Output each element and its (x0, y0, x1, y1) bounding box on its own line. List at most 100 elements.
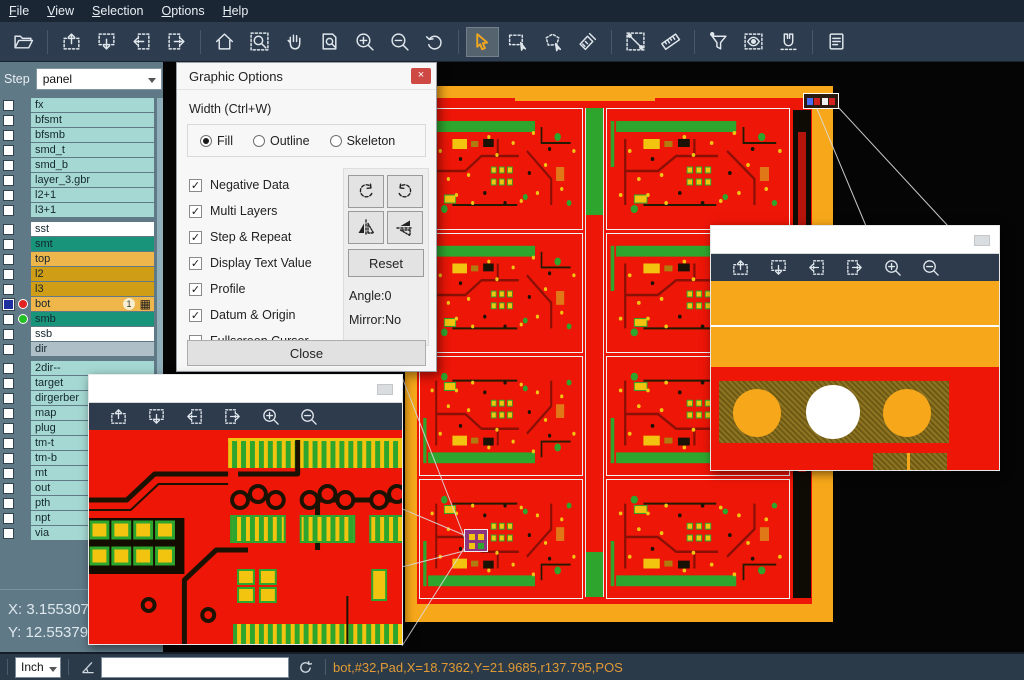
layer-name-l2[interactable]: l2 (31, 267, 154, 281)
layer-name-l2+1[interactable]: l2+1 (31, 188, 154, 202)
zoom-view-traces[interactable] (89, 430, 402, 644)
layer-checkbox-smd_b[interactable] (3, 160, 14, 171)
zoomwin-tool-zoom-out[interactable] (293, 405, 323, 429)
layer-name-bfsmt[interactable]: bfsmt (31, 113, 154, 127)
layer-checkbox-bfsmt[interactable] (3, 115, 14, 126)
zoom-window-titlebar[interactable] (711, 226, 999, 254)
command-input[interactable] (101, 657, 289, 678)
layer-checkbox-tm-t[interactable] (3, 438, 14, 449)
window-button-icon[interactable] (974, 235, 990, 246)
layer-name-bot[interactable]: bot1▦ (31, 297, 154, 311)
layer-name-2dir--[interactable]: 2dir-- (31, 361, 154, 375)
tool-pan-left[interactable] (125, 27, 158, 57)
tool-highlight-view[interactable] (737, 27, 770, 57)
mirror-h-button[interactable] (348, 211, 384, 244)
tool-select-polygon[interactable] (536, 27, 569, 57)
mirror-v-button[interactable] (387, 211, 423, 244)
tool-open-file[interactable] (7, 27, 40, 57)
layer-checkbox-l2[interactable] (3, 269, 14, 280)
layer-name-l3[interactable]: l3 (31, 282, 154, 296)
zoomwin-tool-pan-left[interactable] (179, 405, 209, 429)
zoomwin-tool-pan-down[interactable] (763, 256, 793, 280)
zoomwin-tool-pan-up[interactable] (725, 256, 755, 280)
checkbox-multi-layers[interactable]: ✓Multi Layers (189, 198, 312, 224)
menu-item-options[interactable]: Options (152, 1, 213, 21)
layer-checkbox-npt[interactable] (3, 513, 14, 524)
reset-button[interactable]: Reset (348, 249, 424, 277)
layer-checkbox-smd_t[interactable] (3, 145, 14, 156)
zoomwin-tool-pan-down[interactable] (141, 405, 171, 429)
layer-checkbox-ssb[interactable] (3, 329, 14, 340)
menu-item-view[interactable]: View (38, 1, 83, 21)
layer-name-top[interactable]: top (31, 252, 154, 266)
zoomwin-tool-pan-right[interactable] (839, 256, 869, 280)
units-dropdown[interactable]: Inch (15, 657, 61, 678)
tool-snap-magnet[interactable] (772, 27, 805, 57)
tool-zoom-previous[interactable] (418, 27, 451, 57)
angle-measure-icon[interactable] (80, 659, 97, 676)
checkbox-step-repeat[interactable]: ✓Step & Repeat (189, 224, 312, 250)
layer-checkbox-2dir--[interactable] (3, 363, 14, 374)
checkbox-profile[interactable]: ✓Profile (189, 276, 312, 302)
layer-checkbox-sst[interactable] (3, 224, 14, 235)
layer-checkbox-fx[interactable] (3, 100, 14, 111)
layer-checkbox-bot[interactable] (3, 299, 14, 310)
layer-name-smb[interactable]: smb (31, 312, 154, 326)
tool-zoom-window[interactable] (243, 27, 276, 57)
layer-checkbox-pth[interactable] (3, 498, 14, 509)
menu-item-help[interactable]: Help (214, 1, 258, 21)
layer-checkbox-l2+1[interactable] (3, 190, 14, 201)
radio-fill[interactable]: Fill (200, 134, 241, 148)
tool-zoom-in[interactable] (348, 27, 381, 57)
checkbox-display-text-value[interactable]: ✓Display Text Value (189, 250, 312, 276)
rotate-ccw-button[interactable] (387, 175, 423, 208)
checkbox-datum-origin[interactable]: ✓Datum & Origin (189, 302, 312, 328)
tool-pan-right[interactable] (160, 27, 193, 57)
tool-zoom-out[interactable] (383, 27, 416, 57)
grid-icon[interactable]: ▦ (140, 297, 151, 311)
tool-pan-up[interactable] (55, 27, 88, 57)
window-button-icon[interactable] (377, 384, 393, 395)
layer-name-ssb[interactable]: ssb (31, 327, 154, 341)
rotate-cw-button[interactable] (348, 175, 384, 208)
tool-clean-brush[interactable] (571, 27, 604, 57)
tool-select-rect[interactable] (501, 27, 534, 57)
layer-checkbox-layer_3.gbr[interactable] (3, 175, 14, 186)
layer-checkbox-dir[interactable] (3, 344, 14, 355)
tool-measure-distance[interactable] (619, 27, 652, 57)
layer-checkbox-bfsmb[interactable] (3, 130, 14, 141)
zoomwin-tool-pan-left[interactable] (801, 256, 831, 280)
layer-checkbox-smb[interactable] (3, 314, 14, 325)
layer-name-l3+1[interactable]: l3+1 (31, 203, 154, 217)
layer-checkbox-tm-b[interactable] (3, 453, 14, 464)
tool-zoom-area[interactable] (313, 27, 346, 57)
layer-checkbox-mt[interactable] (3, 468, 14, 479)
layer-checkbox-dirgerber[interactable] (3, 393, 14, 404)
refresh-icon[interactable] (297, 659, 314, 676)
tool-pan-down[interactable] (90, 27, 123, 57)
layer-name-smd_b[interactable]: smd_b (31, 158, 154, 172)
zoom-window-titlebar[interactable] (89, 375, 402, 403)
close-icon[interactable]: × (411, 68, 431, 84)
layer-name-sst[interactable]: sst (31, 222, 154, 236)
tool-report-list[interactable] (820, 27, 853, 57)
zoomwin-tool-zoom-in[interactable] (255, 405, 285, 429)
layer-checkbox-map[interactable] (3, 408, 14, 419)
layer-name-smd_t[interactable]: smd_t (31, 143, 154, 157)
layer-checkbox-l3+1[interactable] (3, 205, 14, 216)
zoomwin-tool-pan-up[interactable] (103, 405, 133, 429)
layer-checkbox-top[interactable] (3, 254, 14, 265)
dialog-titlebar[interactable]: Graphic Options × (177, 63, 436, 90)
tool-select-arrow[interactable] (466, 27, 499, 57)
menu-item-file[interactable]: File (0, 1, 38, 21)
layer-name-dir[interactable]: dir (31, 342, 154, 356)
radio-outline[interactable]: Outline (253, 134, 318, 148)
tool-home[interactable] (208, 27, 241, 57)
tool-measure-ruler[interactable] (654, 27, 687, 57)
layer-checkbox-via[interactable] (3, 528, 14, 539)
layer-checkbox-l3[interactable] (3, 284, 14, 295)
zoomwin-tool-pan-right[interactable] (217, 405, 247, 429)
layer-checkbox-plug[interactable] (3, 423, 14, 434)
close-button[interactable]: Close (187, 340, 426, 366)
layer-name-fx[interactable]: fx (31, 98, 154, 112)
